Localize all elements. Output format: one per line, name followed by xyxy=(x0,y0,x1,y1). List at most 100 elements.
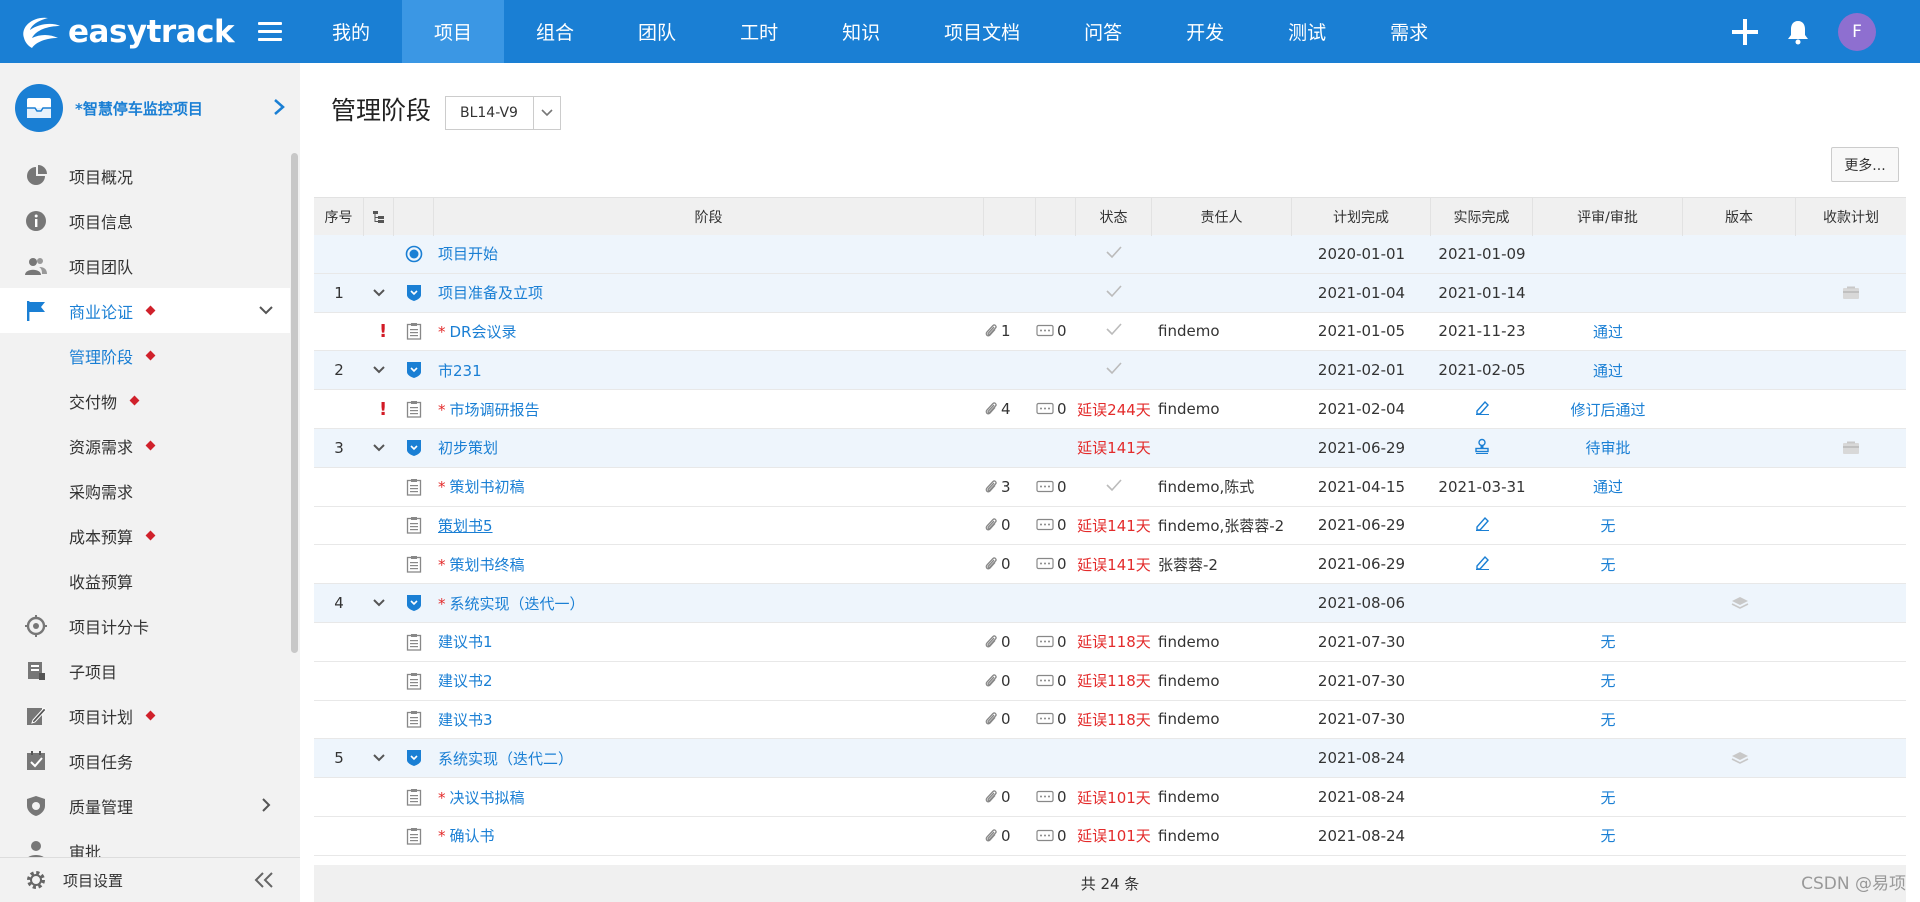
chevron-down-icon[interactable] xyxy=(372,365,386,375)
paperclip-icon[interactable] xyxy=(984,673,998,689)
review-status-link[interactable]: 通过 xyxy=(1593,362,1623,380)
tree-toggle-icon[interactable] xyxy=(364,198,394,236)
stage-name-link[interactable]: 建议书1 xyxy=(438,633,493,651)
review-status-link[interactable]: 无 xyxy=(1600,556,1615,574)
chevron-down-icon[interactable] xyxy=(372,753,386,763)
payment-plan-icon[interactable] xyxy=(1842,286,1860,300)
column-header-owner[interactable]: 责任人 xyxy=(1152,198,1292,236)
review-status-link[interactable]: 待审批 xyxy=(1585,439,1630,457)
nav-item-team[interactable]: 团队 xyxy=(606,0,708,63)
table-row-deliverable[interactable]: 策划书5 0 0 延误141天 findemo,张蓉蓉-2 2021-06-29 无 xyxy=(314,506,1906,546)
comment-icon[interactable] xyxy=(1036,518,1054,532)
nav-item-requirements[interactable]: 需求 xyxy=(1358,0,1460,63)
sidebar-item-team[interactable]: 项目团队 xyxy=(0,243,290,288)
avatar[interactable]: F xyxy=(1838,12,1876,51)
table-row-stage[interactable]: 2 市231 2021-02-01 2021-02-05 通过 xyxy=(314,351,1906,391)
review-status-link[interactable]: 修订后通过 xyxy=(1570,401,1645,419)
comment-icon[interactable] xyxy=(1036,635,1054,649)
stage-name-link[interactable]: 策划书终稿 xyxy=(450,556,525,574)
project-switcher[interactable]: *智慧停车监控项目 xyxy=(0,63,300,153)
stage-name-link[interactable]: 项目准备及立项 xyxy=(438,284,543,302)
nav-item-timesheet[interactable]: 工时 xyxy=(708,0,810,63)
sidebar-subitem-stages[interactable]: 管理阶段 xyxy=(0,333,290,378)
sidebar-subitem-revenue-budget[interactable]: 收益预算 xyxy=(0,558,290,603)
comment-icon[interactable] xyxy=(1036,402,1054,416)
table-row-stage[interactable]: 3 初步策划 延误141天 2021-06-29 待审批 xyxy=(314,428,1906,468)
version-select[interactable]: BL14-V9 xyxy=(445,96,561,130)
comment-icon[interactable] xyxy=(1036,790,1054,804)
edit-icon[interactable] xyxy=(1474,515,1490,532)
sidebar-item-business-case[interactable]: 商业论证 xyxy=(0,288,290,333)
layers-icon[interactable] xyxy=(1731,596,1749,610)
sidebar-item-overview[interactable]: 项目概况 xyxy=(0,153,290,198)
paperclip-icon[interactable] xyxy=(984,323,998,339)
collapse-sidebar-icon[interactable] xyxy=(254,871,274,889)
nav-item-portfolio[interactable]: 组合 xyxy=(504,0,606,63)
paperclip-icon[interactable] xyxy=(984,789,998,805)
table-row-deliverable[interactable]: * 策划书终稿 0 0 延误141天 张蓉蓉-2 2021-06-29 无 xyxy=(314,545,1906,585)
nav-item-dev[interactable]: 开发 xyxy=(1154,0,1256,63)
comment-icon[interactable] xyxy=(1036,480,1054,494)
column-header-stage[interactable]: 阶段 xyxy=(434,198,984,236)
hamburger-menu-icon[interactable] xyxy=(258,22,282,42)
table-row-stage[interactable]: 5 系统实现（迭代二） 2021-08-24 xyxy=(314,739,1906,779)
bell-icon[interactable] xyxy=(1786,19,1810,45)
review-status-link[interactable]: 无 xyxy=(1600,789,1615,807)
column-header-version[interactable]: 版本 xyxy=(1683,198,1796,236)
stage-name-link[interactable]: 确认书 xyxy=(450,827,495,845)
nav-item-qa[interactable]: 问答 xyxy=(1052,0,1154,63)
table-row-deliverable[interactable]: * 决议书拟稿 0 0 延误101天 findemo 2021-08-24 无 xyxy=(314,778,1906,817)
paperclip-icon[interactable] xyxy=(984,479,998,495)
column-header-actual[interactable]: 实际完成 xyxy=(1431,198,1533,236)
stamp-icon[interactable] xyxy=(1474,438,1490,454)
logo[interactable]: easytrack xyxy=(0,0,300,63)
table-row-deliverable[interactable]: * 策划书初稿 3 0 findemo,陈式 2021-04-15 2021-03-31 通过 xyxy=(314,467,1906,507)
sidebar-subitem-procurement[interactable]: 采购需求 xyxy=(0,468,290,513)
column-header-plan[interactable]: 计划完成 xyxy=(1292,198,1431,236)
table-row-deliverable[interactable]: 建议书3 0 0 延误118天 findemo 2021-07-30 无 xyxy=(314,700,1906,740)
review-status-link[interactable]: 无 xyxy=(1600,633,1615,651)
paperclip-icon[interactable] xyxy=(984,828,998,844)
nav-item-knowledge[interactable]: 知识 xyxy=(810,0,912,63)
sidebar-item-plan[interactable]: 项目计划 xyxy=(0,693,290,738)
stage-name-link[interactable]: 策划书5 xyxy=(438,517,493,535)
sidebar-scrollbar[interactable] xyxy=(291,153,298,653)
nav-item-project[interactable]: 项目 xyxy=(402,0,505,63)
table-row-stage[interactable]: 项目开始 2020-01-01 2021-01-09 xyxy=(314,235,1906,274)
comment-icon[interactable] xyxy=(1036,829,1054,843)
nav-item-project-docs[interactable]: 项目文档 xyxy=(912,0,1052,63)
chevron-down-icon[interactable] xyxy=(372,598,386,608)
stage-name-link[interactable]: 市231 xyxy=(438,362,482,380)
stage-name-link[interactable]: 策划书初稿 xyxy=(450,478,525,496)
nav-item-mine[interactable]: 我的 xyxy=(300,0,402,63)
table-row-deliverable[interactable]: 建议书2 0 0 延误118天 findemo 2021-07-30 无 xyxy=(314,661,1906,701)
more-button[interactable]: 更多... xyxy=(1831,147,1899,182)
review-status-link[interactable]: 通过 xyxy=(1593,323,1623,341)
comment-icon[interactable] xyxy=(1036,324,1054,338)
sidebar-subitem-resources[interactable]: 资源需求 xyxy=(0,423,290,468)
stage-name-link[interactable]: 初步策划 xyxy=(438,439,498,457)
payment-plan-icon[interactable] xyxy=(1842,441,1860,455)
column-header-payment[interactable]: 收款计划 xyxy=(1796,198,1906,236)
nav-item-test[interactable]: 测试 xyxy=(1256,0,1358,63)
review-status-link[interactable]: 无 xyxy=(1600,827,1615,845)
comment-icon[interactable] xyxy=(1036,712,1054,726)
column-header-no[interactable]: 序号 xyxy=(314,198,364,236)
paperclip-icon[interactable] xyxy=(984,711,998,727)
column-header-status[interactable]: 状态 xyxy=(1076,198,1152,236)
table-row-stage[interactable]: 1 项目准备及立项 2021-01-04 2021-01-14 xyxy=(314,273,1906,313)
table-row-deliverable[interactable]: * 确认书 0 0 延误101天 findemo 2021-08-24 无 xyxy=(314,816,1906,856)
review-status-link[interactable]: 无 xyxy=(1600,711,1615,729)
table-row-deliverable[interactable]: ! * DR会议录 1 0 findemo 2021-01-05 2021-11-23 通过 xyxy=(314,312,1906,352)
comment-icon[interactable] xyxy=(1036,557,1054,571)
paperclip-icon[interactable] xyxy=(984,556,998,572)
sidebar-subitem-cost-budget[interactable]: 成本预算 xyxy=(0,513,290,558)
paperclip-icon[interactable] xyxy=(984,401,998,417)
stage-name-link[interactable]: 建议书2 xyxy=(438,672,493,690)
stage-name-link[interactable]: 系统实现（迭代一） xyxy=(450,595,585,613)
paperclip-icon[interactable] xyxy=(984,517,998,533)
review-status-link[interactable]: 无 xyxy=(1600,672,1615,690)
chevron-down-icon[interactable] xyxy=(372,288,386,298)
sidebar-item-tasks[interactable]: 项目任务 xyxy=(0,738,290,783)
layers-icon[interactable] xyxy=(1731,751,1749,765)
